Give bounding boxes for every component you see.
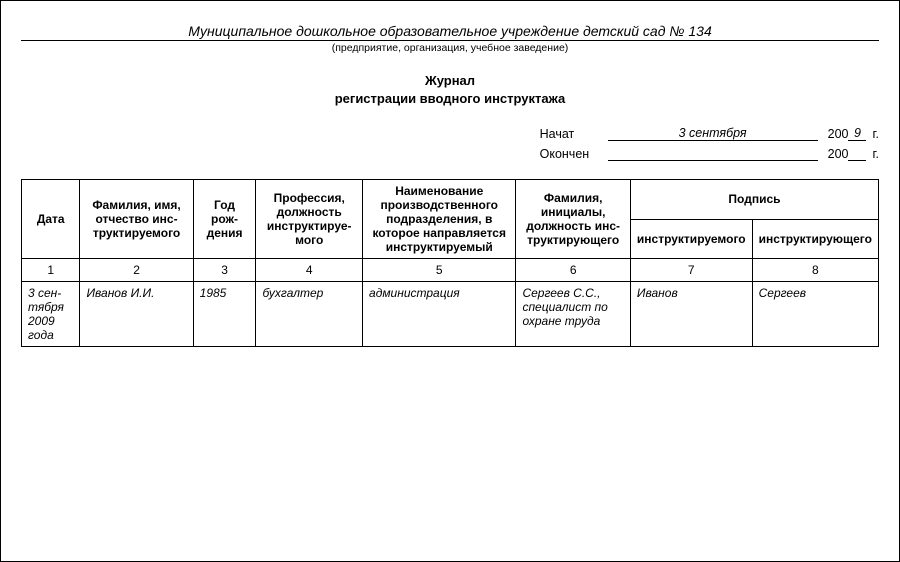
colnum-5: 5 [363,259,516,282]
column-number-row: 1 2 3 4 5 6 7 8 [22,259,879,282]
header-sig-instructor: инструктирующего [752,219,878,259]
page: Муниципальное дошкольное образовательное… [0,0,900,562]
header-date: Дата [22,180,80,259]
cell-fio-trainee: Иванов И.И. [80,282,193,347]
cell-instructor: Сергеев С.С., специалист по охране труда [516,282,630,347]
header-profession: Профессия, должность инструктируе­мого [256,180,363,259]
colnum-4: 4 [256,259,363,282]
colnum-7: 7 [630,259,752,282]
date-end-value [608,145,818,161]
cell-department: администрация [363,282,516,347]
org-block: Муниципальное дошкольное образовательное… [21,23,879,54]
dates-inner: Начат 3 сентября 200 9 г. Окончен 200 г. [540,125,879,161]
cell-date: 3 сен­тября 2009 года [22,282,80,347]
colnum-8: 8 [752,259,878,282]
date-end-tail: г. [872,147,879,161]
title-line-2: регистрации вводного инструктажа [21,90,879,108]
header-signature-group: Подпись [630,180,878,220]
title-block: Журнал регистрации вводного инструктажа [21,72,879,107]
date-start-row: Начат 3 сентября 200 9 г. [540,125,879,141]
org-hint: (предприятие, организация, учебное завед… [21,42,879,54]
date-start-year: 9 [848,126,866,141]
cell-sig-instructor: Сергеев [752,282,878,347]
date-start-value: 3 сентября [608,125,818,141]
cell-sig-trainee: Иванов [630,282,752,347]
dates-block: Начат 3 сентября 200 9 г. Окончен 200 г. [21,125,879,161]
title-line-1: Журнал [21,72,879,90]
colnum-3: 3 [193,259,256,282]
colnum-1: 1 [22,259,80,282]
org-name: Муниципальное дошкольное образовательное… [21,23,879,41]
colnum-2: 2 [80,259,193,282]
date-end-year [848,160,866,161]
header-department: Наименование производственного подраздел… [363,180,516,259]
header-birth-year: Год рож­дения [193,180,256,259]
registration-table: Дата Фамилия, имя, отчество инс­труктиру… [21,179,879,347]
date-end-label: Окончен [540,147,602,161]
table-head: Дата Фамилия, имя, отчество инс­труктиру… [22,180,879,259]
table-row: 3 сен­тября 2009 года Иванов И.И. 1985 б… [22,282,879,347]
header-fio-trainee: Фамилия, имя, отчество инс­труктируемого [80,180,193,259]
cell-profession: бухгалтер [256,282,363,347]
header-instructor: Фамилия, инициалы, должность инс­труктир… [516,180,630,259]
date-start-tail: г. [872,127,879,141]
colnum-6: 6 [516,259,630,282]
header-row-1: Дата Фамилия, имя, отчество инс­труктиру… [22,180,879,220]
header-sig-trainee: инструктируемого [630,219,752,259]
date-end-row: Окончен 200 г. [540,145,879,161]
century-prefix-start: 200 [828,127,849,141]
date-start-label: Начат [540,127,602,141]
century-prefix-end: 200 [828,147,849,161]
table-body: 1 2 3 4 5 6 7 8 3 сен­тября 2009 года Ив… [22,259,879,347]
cell-birth-year: 1985 [193,282,256,347]
